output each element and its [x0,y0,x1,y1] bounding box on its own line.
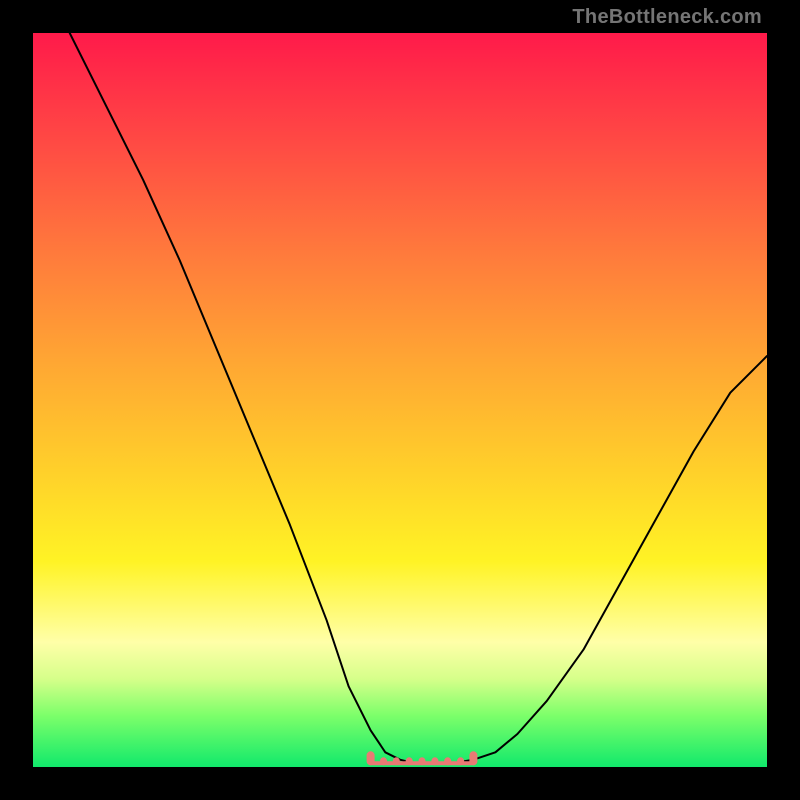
watermark-text: TheBottleneck.com [572,6,762,29]
chart-frame: TheBottleneck.com [0,0,800,800]
chart-overlay [33,33,767,767]
curve-line [70,33,767,763]
trough-markers [367,751,478,765]
